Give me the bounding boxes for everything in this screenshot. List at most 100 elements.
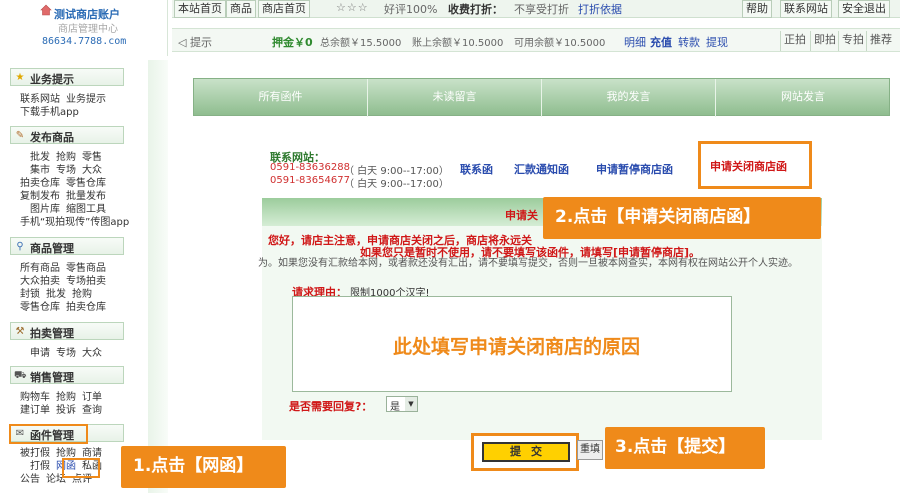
nav-shop-home[interactable]: 商店首页 (258, 0, 310, 18)
reply-select[interactable]: 是 ▼ (386, 396, 418, 413)
gavel-icon: ⚒ (15, 326, 25, 337)
help-link[interactable]: 帮助 (742, 0, 772, 18)
sidebar-item-special[interactable]: 专场 (56, 347, 76, 360)
sidebar-item-flash[interactable]: 抢购 (72, 288, 92, 301)
recharge-link[interactable]: 充值 (650, 34, 672, 50)
sidebar-item-batch-publish[interactable]: 批量发布 (66, 190, 106, 203)
tab-site-posts[interactable]: 网站发言 (716, 79, 890, 117)
fee-discount-label: 收费打折： (448, 3, 503, 16)
contact-site-link[interactable]: 联系网站 (780, 0, 832, 18)
sidebar-items-business-tips: 联系网站 业务提示 下载手机app (20, 93, 130, 119)
sidebar-item-wholesale[interactable]: 批发 (46, 288, 66, 301)
sidebar-item-public-auction[interactable]: 大众拍卖 (20, 275, 60, 288)
edit-icon: ✎ (15, 130, 25, 141)
sidebar-item-query[interactable]: 查询 (82, 404, 102, 417)
chevron-down-icon: ▼ (405, 397, 417, 411)
cart-icon: ⛟ (14, 370, 27, 381)
tab-my-posts[interactable]: 我的发言 (542, 79, 716, 117)
sidebar-item-contact-site[interactable]: 联系网站 (20, 93, 60, 106)
sidebar-items-publish: 批发 抢购 零售 集市 专场 大众 (30, 151, 140, 177)
details-link[interactable]: 明细 (624, 34, 646, 50)
sidebar-item-complaint[interactable]: 投诉 (56, 404, 76, 417)
sidebar-section-auction-mgmt[interactable]: ⚒ 拍卖管理 (10, 322, 124, 340)
sidebar-item-retail[interactable]: 零售 (82, 151, 102, 164)
discount-basis-link[interactable]: 打折依据 (578, 1, 622, 17)
search-icon: ⚲ (16, 241, 24, 252)
header: 测试商店账户 商店管理中心 86634.7788.com 本站首页 商品 商店首… (0, 0, 900, 56)
letter-tabs: 所有函件 未读留言 我的发言 网站发言 (193, 78, 890, 117)
sidebar-item-flash[interactable]: 抢购 (56, 391, 76, 404)
phone-2: 0591-83654677 (270, 175, 350, 186)
reset-button[interactable]: 重填 (577, 440, 603, 460)
sidebar-section-sales-mgmt[interactable]: ⛟ 销售管理 (10, 366, 124, 384)
close-shop-link[interactable]: 申请关闭商店函 (710, 158, 787, 174)
sidebar-item-special-auction[interactable]: 专场拍卖 (66, 275, 106, 288)
rating-stars: ☆☆☆ (336, 1, 369, 14)
sidebar-item-auction-warehouse[interactable]: 拍卖仓库 (66, 301, 106, 314)
sidebar-item-report-counterfeit[interactable]: 打假 (30, 460, 50, 473)
pause-shop-link[interactable]: 申请暂停商店函 (596, 161, 673, 177)
quick-recommend[interactable]: 推荐 (866, 31, 895, 51)
sidebar-item-create-order[interactable]: 建订单 (20, 404, 50, 417)
section-title: 拍卖管理 (30, 327, 74, 340)
sidebar-item-special[interactable]: 专场 (56, 164, 76, 177)
transfer-link[interactable]: 转款 (678, 34, 700, 50)
quick-special-auction[interactable]: 专拍 (838, 31, 867, 51)
tip-label: ◁ 提示 (178, 34, 212, 50)
sidebar-item-blocked[interactable]: 封锁 (20, 288, 40, 301)
withdraw-link[interactable]: 提现 (706, 34, 728, 50)
tab-all-letters[interactable]: 所有函件 (194, 79, 368, 117)
speaker-icon: ◁ (178, 36, 187, 49)
sidebar-item-wholesale[interactable]: 批发 (30, 151, 50, 164)
contact-letter-link[interactable]: 联系函 (460, 161, 493, 177)
phone-1: 0591-83636288 (270, 162, 350, 173)
sidebar-section-publish[interactable]: ✎ 发布商品 (10, 126, 124, 144)
sidebar-item-photo-app[interactable]: 手机“现拍现传”传图app (20, 216, 129, 229)
sidebar-item-public[interactable]: 大众 (82, 164, 102, 177)
nav-products[interactable]: 商品 (226, 0, 256, 18)
reply-label: 是否需要回复?： (289, 400, 373, 413)
sidebar-item-download-app[interactable]: 下载手机app (20, 106, 79, 119)
sidebar-item-flash[interactable]: 抢购 (56, 151, 76, 164)
sidebar-item-business-tips[interactable]: 业务提示 (66, 93, 106, 106)
account-bar: ◁ 提示 押金￥0 总余额￥15.5000 账上余额￥10.5000 可用余额￥… (172, 28, 900, 52)
sidebar-items-publish-more: 拍卖仓库 零售仓库 复制发布 批量发布 图片库 缩图工具 手机“现拍现传”传图app (20, 177, 130, 229)
sidebar-section-business-tips[interactable]: ★ 业务提示 (10, 68, 124, 86)
quick-instant-auction[interactable]: 即拍 (810, 31, 839, 51)
nav-site-home[interactable]: 本站首页 (174, 0, 226, 18)
submit-button[interactable]: 提交 (482, 442, 570, 462)
sidebar-item-retail-products[interactable]: 零售商品 (66, 262, 106, 275)
remittance-notice-link[interactable]: 汇款通知函 (514, 161, 569, 177)
tab-unread-messages[interactable]: 未读留言 (368, 79, 542, 117)
close-shop-link-highlight: 申请关闭商店函 (698, 141, 812, 189)
reason-textarea[interactable]: 此处填写申请关闭商店的原因 (292, 296, 732, 392)
letter-mgmt-highlight (9, 424, 88, 444)
section-title: 业务提示 (30, 73, 74, 86)
sidebar-item-thumbnail-tool[interactable]: 缩图工具 (66, 203, 106, 216)
sidebar-item-market[interactable]: 集市 (30, 164, 50, 177)
sidebar-item-auction-warehouse[interactable]: 拍卖仓库 (20, 177, 60, 190)
sidebar-item-counterfeit-claimed[interactable]: 被打假 (20, 447, 50, 460)
sidebar-item-retail-warehouse[interactable]: 零售仓库 (66, 177, 106, 190)
sidebar-items-auction-mgmt: 申请 专场 大众 (30, 347, 140, 360)
sidebar-items-product-mgmt: 所有商品 零售商品 大众拍卖 专场拍卖 封锁 批发 抢购 零售仓库 拍卖仓库 (20, 262, 130, 314)
sidebar-item-retail-warehouse[interactable]: 零售仓库 (20, 301, 60, 314)
sidebar-item-orders[interactable]: 订单 (82, 391, 102, 404)
quick-normal-auction[interactable]: 正拍 (780, 31, 809, 51)
logout-link[interactable]: 安全退出 (838, 0, 890, 18)
sidebar-item-announcement[interactable]: 公告 (20, 473, 40, 486)
step-3-callout: 3.点击【提交】 (605, 427, 765, 469)
form-title: 申请关 (505, 209, 538, 222)
sidebar-item-apply[interactable]: 申请 (30, 347, 50, 360)
sidebar-item-image-library[interactable]: 图片库 (30, 203, 60, 216)
sidebar-item-shopping-cart[interactable]: 购物车 (20, 391, 50, 404)
sidebar-item-all-products[interactable]: 所有商品 (20, 262, 60, 275)
sidebar-item-public[interactable]: 大众 (82, 347, 102, 360)
section-title: 销售管理 (30, 371, 74, 384)
sidebar-item-copy-publish[interactable]: 复制发布 (20, 190, 60, 203)
logo-area: 测试商店账户 商店管理中心 86634.7788.com (0, 0, 168, 56)
sidebar-section-product-mgmt[interactable]: ⚲ 商品管理 (10, 237, 124, 255)
shop-url[interactable]: 86634.7788.com (42, 36, 126, 47)
admin-center-label: 商店管理中心 (58, 24, 118, 35)
fee-discount-value: 不享受打折 (514, 3, 569, 16)
